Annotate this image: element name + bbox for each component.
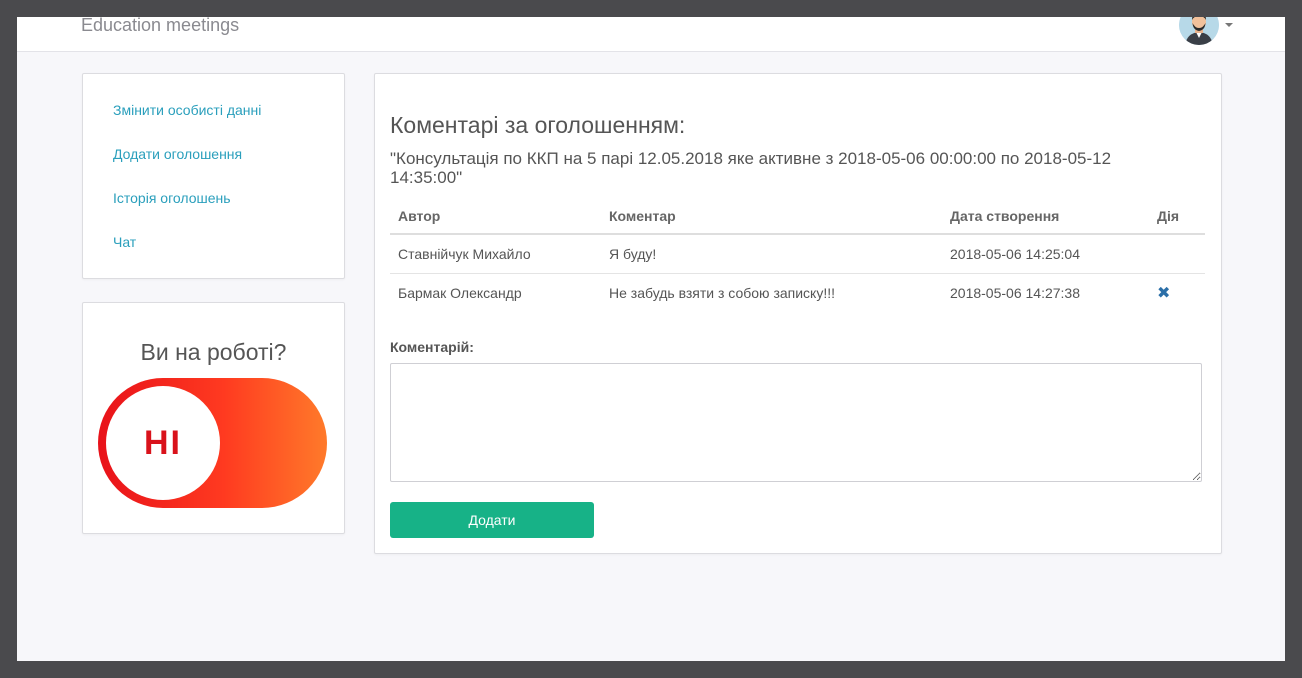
cell-comment: Я буду!	[601, 234, 942, 274]
user-menu-toggle[interactable]	[1179, 17, 1243, 49]
work-status-toggle[interactable]: НІ	[98, 378, 327, 508]
menu-item-announcement-history[interactable]: Історія оголошень	[113, 190, 231, 206]
user-avatar-icon[interactable]	[1179, 17, 1219, 45]
menu-item-add-announcement[interactable]: Додати оголошення	[113, 146, 242, 162]
chevron-down-icon[interactable]	[1225, 23, 1233, 27]
delete-icon[interactable]: ✖	[1157, 285, 1170, 302]
toggle-label: НІ	[144, 423, 182, 462]
comment-field-label: Коментарій:	[390, 339, 474, 355]
column-header-action: Дія	[1149, 199, 1205, 235]
cell-author: Ставнійчук Михайло	[390, 234, 601, 274]
column-header-comment: Коментар	[601, 199, 942, 235]
add-comment-button[interactable]: Додати	[390, 502, 594, 538]
table-row: Ставнійчук Михайло Я буду! 2018-05-06 14…	[390, 234, 1205, 274]
menu-item-edit-profile[interactable]: Змінити особисті данні	[113, 102, 261, 118]
toggle-knob[interactable]: НІ	[106, 386, 220, 500]
comments-table: Автор Коментар Дата створення Дія Ставні…	[390, 199, 1205, 312]
top-navbar: Education meetings	[17, 17, 1285, 52]
comment-input[interactable]	[390, 363, 1202, 482]
cell-date: 2018-05-06 14:25:04	[942, 234, 1149, 274]
work-status-card: Ви на роботі? НІ	[82, 302, 345, 534]
column-header-author: Автор	[390, 199, 601, 235]
brand-title[interactable]: Education meetings	[81, 17, 239, 34]
announcement-subtitle: "Консультація по ККП на 5 парі 12.05.201…	[390, 149, 1112, 187]
page-title: Коментарі за оголошенням:	[390, 112, 686, 138]
side-menu: Змінити особисті данні Додати оголошення…	[82, 73, 345, 279]
app-window: Education meetings Змінити особисті данн…	[17, 17, 1285, 661]
table-header-row: Автор Коментар Дата створення Дія	[390, 199, 1205, 235]
work-status-title: Ви на роботі?	[140, 339, 287, 365]
table-row: Бармак Олександр Не забудь взяти з собою…	[390, 274, 1205, 313]
menu-item-chat[interactable]: Чат	[113, 234, 136, 250]
cell-date: 2018-05-06 14:27:38	[950, 285, 1080, 301]
cell-comment: Не забудь взяти з собою записку!!!	[609, 285, 835, 301]
cell-action: ✖	[1149, 274, 1205, 313]
cell-action	[1149, 234, 1205, 274]
comments-panel: Коментарі за оголошенням: "Консультація …	[374, 73, 1222, 554]
cell-author: Бармак Олександр	[398, 285, 522, 301]
column-header-date: Дата створення	[942, 199, 1149, 235]
